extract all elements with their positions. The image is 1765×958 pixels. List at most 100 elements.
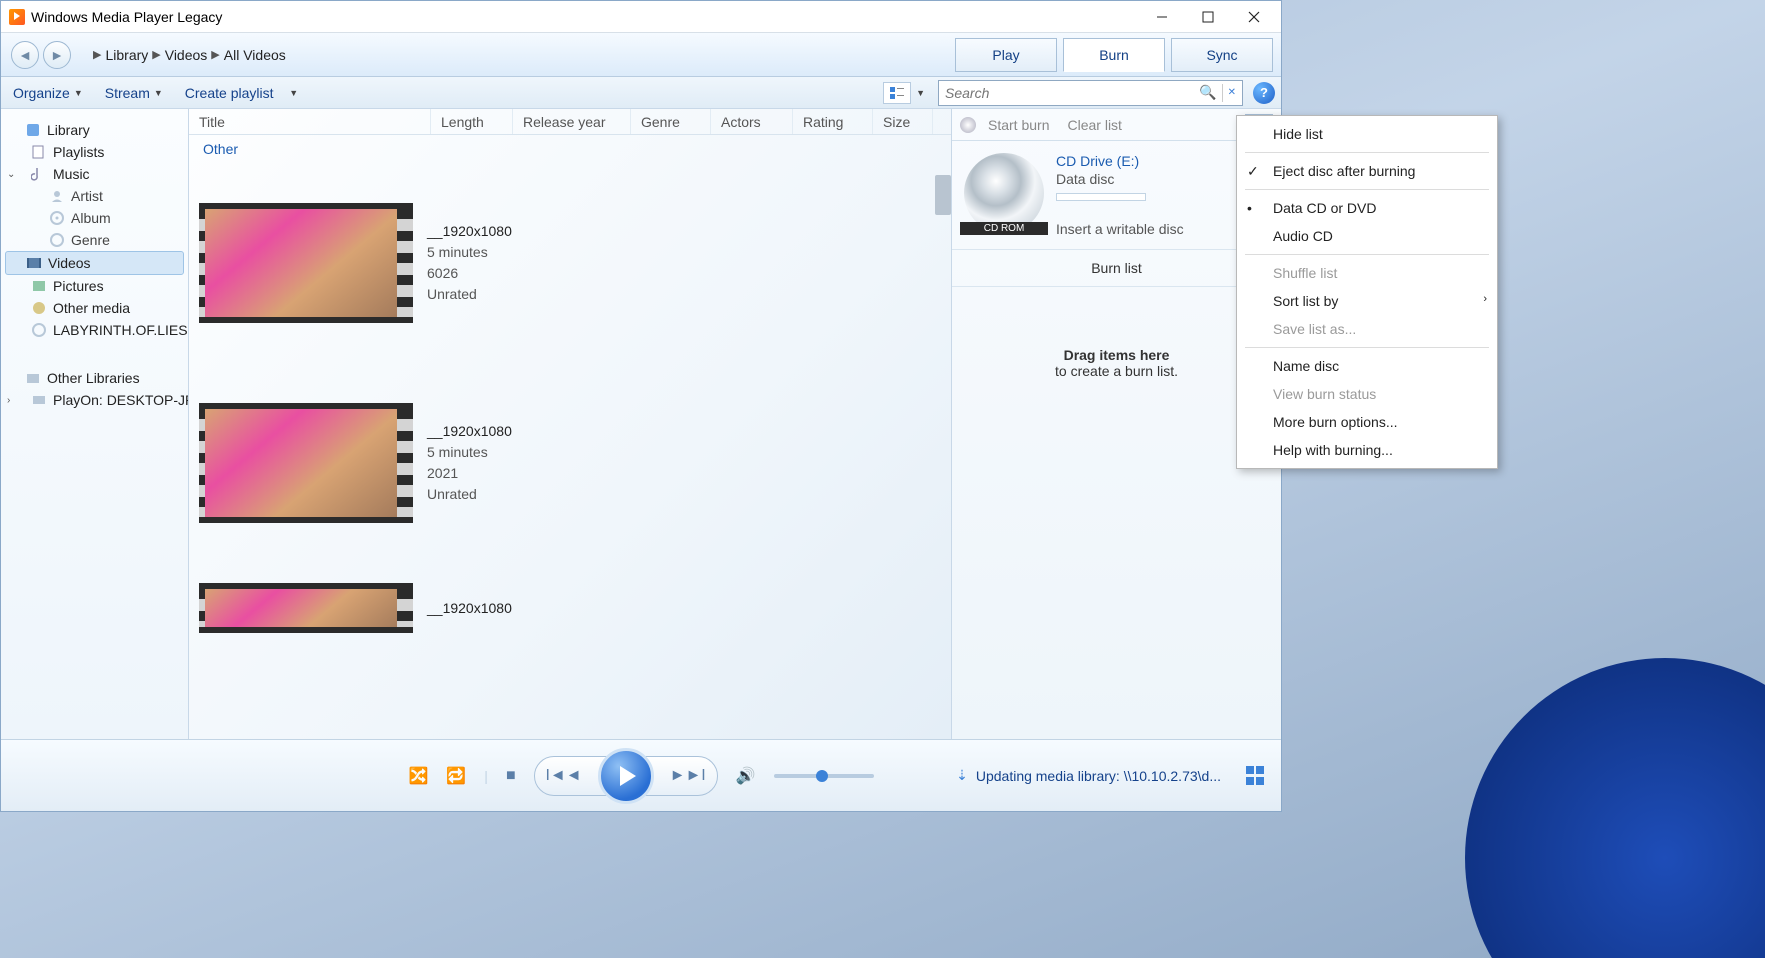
disc-capacity-bar [1056, 193, 1146, 201]
switch-view-icon[interactable] [1245, 765, 1267, 787]
col-length[interactable]: Length [431, 109, 513, 134]
drive-name[interactable]: CD Drive (E:) [1056, 153, 1184, 169]
clear-list-button[interactable]: Clear list [1067, 117, 1121, 133]
col-rating[interactable]: Rating [793, 109, 873, 134]
previous-icon[interactable]: I◄◄ [545, 767, 581, 785]
menu-save: Save list as... [1237, 315, 1497, 343]
play-button[interactable] [598, 748, 654, 804]
app-window: Windows Media Player Legacy ◄ ► ▶ Librar… [0, 0, 1282, 812]
menu-shuffle: Shuffle list [1237, 259, 1497, 287]
video-title: __1920x1080 [427, 221, 512, 242]
search-dropdown-icon[interactable]: ✕ [1228, 87, 1236, 98]
sync-icon: ⇣ [956, 767, 968, 784]
sidebar-item-genre[interactable]: Genre [1, 229, 188, 251]
sidebar-item-playlists[interactable]: Playlists [1, 141, 188, 163]
video-year: 6026 [427, 263, 512, 284]
sidebar: Library Playlists ⌄Music Artist Album Ge… [1, 109, 189, 739]
view-dropdown-icon[interactable]: ▼ [913, 88, 928, 98]
maximize-button[interactable] [1185, 2, 1231, 32]
col-actors[interactable]: Actors [711, 109, 793, 134]
sidebar-item-playon[interactable]: ›PlayOn: DESKTOP-JPJ [1, 389, 188, 411]
help-icon[interactable]: ? [1253, 82, 1275, 104]
menu-help[interactable]: Help with burning... [1237, 436, 1497, 464]
video-thumbnail [199, 403, 413, 523]
volume-icon[interactable]: 🔊 [736, 766, 756, 786]
organize-button[interactable]: Organize▼ [7, 83, 89, 103]
burn-list-empty[interactable]: Drag items here to create a burn list. [952, 287, 1281, 739]
sidebar-item-library[interactable]: Library [1, 119, 188, 141]
view-options-button[interactable] [883, 82, 911, 104]
burn-options-menu: Hide list ✓Eject disc after burning •Dat… [1236, 115, 1498, 469]
video-item[interactable]: __1920x1080 5 minutes 6026 Unrated [189, 163, 951, 363]
status-text: Updating media library: \\10.10.2.73\d..… [976, 768, 1221, 784]
menu-sort[interactable]: Sort list by› [1237, 287, 1497, 315]
group-other: Other [189, 135, 951, 163]
content-area: Title Length Release year Genre Actors R… [189, 109, 951, 739]
sidebar-item-album[interactable]: Album [1, 207, 188, 229]
titlebar: Windows Media Player Legacy [1, 1, 1281, 33]
stop-icon[interactable]: ■ [506, 767, 516, 785]
stream-button[interactable]: Stream▼ [99, 83, 169, 103]
chevron-right-icon: ▶ [93, 48, 101, 61]
tab-burn[interactable]: Burn [1063, 38, 1165, 72]
sidebar-item-videos[interactable]: Videos [5, 251, 184, 275]
sidebar-item-other-media[interactable]: Other media [1, 297, 188, 319]
breadcrumb-library[interactable]: Library [105, 47, 148, 63]
menu-more-options[interactable]: More burn options... [1237, 408, 1497, 436]
create-playlist-button[interactable]: Create playlist ▼ [179, 83, 304, 103]
collapse-icon[interactable]: ⌄ [7, 169, 15, 180]
close-button[interactable] [1231, 2, 1277, 32]
search-input[interactable] [945, 85, 1199, 101]
sidebar-item-pictures[interactable]: Pictures [1, 275, 188, 297]
repeat-icon[interactable]: 🔁 [446, 766, 466, 786]
sidebar-item-other-libraries[interactable]: Other Libraries [1, 367, 188, 389]
scrollbar[interactable] [935, 175, 951, 215]
tab-sync[interactable]: Sync [1171, 38, 1273, 72]
breadcrumb: ▶ Library ▶ Videos ▶ All Videos [93, 47, 286, 63]
toolbar: Organize▼ Stream▼ Create playlist ▼ ▼ 🔍 … [1, 77, 1281, 109]
menu-eject[interactable]: ✓Eject disc after burning [1237, 157, 1497, 185]
drag-hint: Drag items here [1064, 347, 1170, 363]
playback-bar: 🔀 🔁 | ■ I◄◄ ►►I 🔊 ⇣ Updating media libra… [1, 739, 1281, 811]
video-item[interactable]: __1920x1080 5 minutes 2021 Unrated [189, 363, 951, 563]
tab-play[interactable]: Play [955, 38, 1057, 72]
col-title[interactable]: Title [189, 109, 431, 134]
next-icon[interactable]: ►►I [670, 767, 706, 785]
drag-hint-sub: to create a burn list. [1055, 363, 1178, 379]
menu-hide-list[interactable]: Hide list [1237, 120, 1497, 148]
column-headers: Title Length Release year Genre Actors R… [189, 109, 951, 135]
video-title: __1920x1080 [427, 421, 512, 442]
checkmark-icon: ✓ [1247, 163, 1259, 180]
expand-icon[interactable]: › [7, 395, 10, 406]
breadcrumb-all-videos[interactable]: All Videos [224, 47, 286, 63]
video-item[interactable]: __1920x1080 [189, 563, 951, 673]
col-release[interactable]: Release year [513, 109, 631, 134]
bullet-icon: • [1247, 200, 1252, 216]
video-title: __1920x1080 [427, 598, 512, 619]
breadcrumb-videos[interactable]: Videos [165, 47, 208, 63]
search-box[interactable]: 🔍 ✕ [938, 80, 1243, 106]
app-title: Windows Media Player Legacy [31, 9, 222, 25]
menu-audio-cd[interactable]: Audio CD [1237, 222, 1497, 250]
col-genre[interactable]: Genre [631, 109, 711, 134]
sidebar-item-music[interactable]: ⌄Music [1, 163, 188, 185]
disc-icon [960, 117, 976, 133]
sidebar-item-labyrinth[interactable]: LABYRINTH.OF.LIES.2 [1, 319, 188, 341]
back-button[interactable]: ◄ [11, 41, 39, 69]
search-icon[interactable]: 🔍 [1199, 84, 1216, 101]
video-thumbnail [199, 583, 413, 633]
transport-controls: I◄◄ ►►I [534, 756, 718, 796]
cd-rom-icon [964, 153, 1044, 233]
app-icon [9, 9, 25, 25]
video-length: 5 minutes [427, 442, 512, 463]
menu-name-disc[interactable]: Name disc [1237, 352, 1497, 380]
video-rating: Unrated [427, 484, 512, 505]
forward-button[interactable]: ► [43, 41, 71, 69]
volume-slider[interactable] [774, 774, 874, 778]
sidebar-item-artist[interactable]: Artist [1, 185, 188, 207]
chevron-right-icon: ▶ [152, 48, 160, 61]
shuffle-icon[interactable]: 🔀 [408, 766, 428, 786]
minimize-button[interactable] [1139, 2, 1185, 32]
col-size[interactable]: Size [873, 109, 933, 134]
menu-data-cd[interactable]: •Data CD or DVD [1237, 194, 1497, 222]
